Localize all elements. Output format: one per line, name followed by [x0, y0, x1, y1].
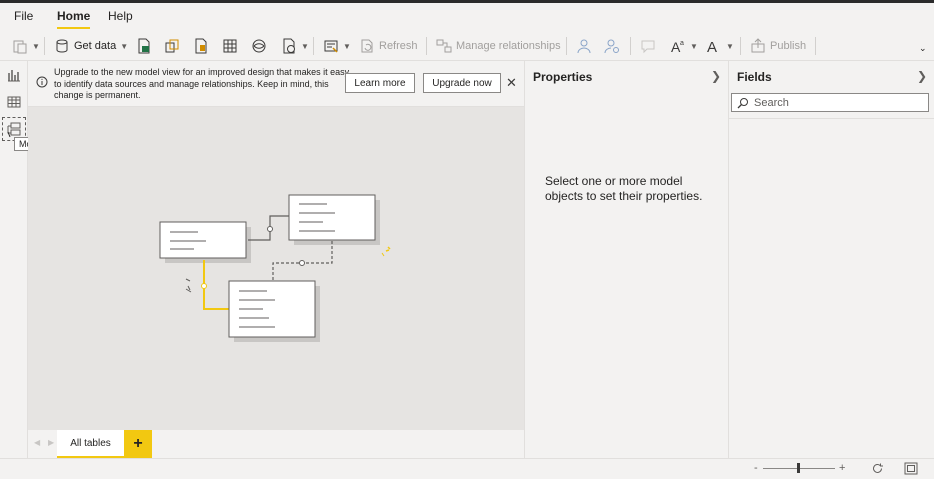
ribbon-separator [815, 37, 816, 55]
view-as-icon [604, 39, 619, 54]
dataverse-icon [195, 38, 207, 54]
svg-text:A: A [707, 39, 717, 54]
q-and-a-setup-button[interactable] [640, 35, 656, 57]
manage-relationships-icon [436, 39, 452, 53]
scroll-left-icon[interactable]: ◀ [34, 438, 40, 447]
properties-pane: Properties ❯ Select one or more model ob… [524, 61, 728, 458]
chevron-right-icon[interactable]: ❯ [711, 69, 721, 83]
sql-icon [252, 39, 266, 53]
search-placeholder: Search [754, 97, 789, 109]
ribbon-separator [566, 37, 567, 55]
recent-sources-button[interactable]: ▼ [281, 35, 309, 57]
ribbon-separator [630, 37, 631, 55]
manage-relationships-label: Manage relationships [456, 40, 561, 52]
enter-data-button[interactable] [222, 35, 238, 57]
view-as-button[interactable] [604, 35, 620, 57]
learn-more-button[interactable]: Learn more [345, 73, 415, 93]
zoom-out-button[interactable]: - [754, 462, 758, 474]
svg-text:a: a [680, 40, 684, 47]
linguistic-schema-icon: A [707, 39, 717, 54]
ribbon-collapse-icon[interactable]: ⌄ [919, 43, 927, 54]
menu-bar: File Home Help [0, 3, 934, 31]
chevron-down-icon: ▼ [32, 41, 40, 51]
paste-icon [13, 40, 27, 54]
chevron-down-icon: ▼ [343, 41, 351, 51]
language-icon: Aa [671, 39, 684, 54]
tab-help[interactable]: Help [108, 9, 133, 23]
excel-icon [138, 38, 150, 54]
manage-roles-icon [577, 39, 591, 54]
banner-message: Upgrade to the new model view for an imp… [54, 67, 350, 100]
fields-search-input[interactable]: Search [731, 93, 929, 112]
manage-relationships-button[interactable]: Manage relationships [436, 35, 561, 57]
data-view-icon[interactable] [6, 94, 22, 110]
chevron-down-icon: ▼ [301, 41, 309, 51]
get-data-button[interactable]: Get data ▼ [54, 35, 128, 57]
scroll-right-icon[interactable]: ▶ [48, 438, 54, 447]
close-icon[interactable]: ✕ [506, 75, 517, 91]
language-button[interactable]: Aa ▼ [670, 35, 698, 57]
ribbon-separator [44, 37, 45, 55]
zoom-in-button[interactable]: + [839, 462, 845, 474]
dataset-icon [165, 39, 179, 53]
tab-file[interactable]: File [14, 9, 33, 23]
refresh-label: Refresh [379, 40, 418, 52]
manage-roles-button[interactable] [576, 35, 592, 57]
recent-sources-icon [283, 38, 295, 54]
chevron-down-icon: ▼ [120, 41, 129, 51]
fields-divider [729, 118, 934, 119]
search-icon [737, 98, 748, 109]
reset-zoom-icon[interactable] [871, 462, 884, 475]
ribbon-separator [740, 37, 741, 55]
chevron-down-icon: ▼ [726, 41, 734, 51]
sql-server-button[interactable] [251, 35, 267, 57]
chevron-down-icon: ▼ [690, 41, 698, 51]
ribbon: ▼ Get data ▼ ▼ ▼ Refresh Manage relation… [0, 31, 934, 61]
tab-home[interactable]: Home [57, 9, 91, 29]
get-data-icon [56, 39, 68, 53]
transform-data-button[interactable]: ▼ [323, 35, 351, 57]
fields-pane: Fields ❯ Search [728, 61, 934, 458]
fields-title: Fields [737, 70, 772, 84]
properties-title: Properties [533, 70, 593, 84]
model-illustration [159, 194, 391, 342]
linguistic-schema-button[interactable]: A ▼ [706, 35, 734, 57]
ribbon-separator [313, 37, 314, 55]
excel-workbook-button[interactable] [136, 35, 152, 57]
publish-label: Publish [770, 40, 807, 52]
view-switcher [0, 61, 28, 470]
paste-button[interactable]: ▼ [12, 35, 40, 57]
fit-to-page-icon[interactable] [904, 462, 918, 475]
upgrade-now-button[interactable]: Upgrade now [423, 73, 501, 93]
add-layout-button[interactable]: + [124, 430, 152, 458]
tab-all-tables[interactable]: All tables [57, 430, 124, 458]
table-icon [223, 39, 237, 53]
status-bar: - + [0, 458, 934, 479]
report-view-icon[interactable] [6, 67, 22, 83]
upgrade-banner: Upgrade to the new model view for an imp… [28, 61, 524, 107]
q-and-a-icon [641, 40, 655, 54]
transform-icon [324, 40, 338, 53]
zoom-slider-thumb[interactable] [797, 463, 800, 473]
publish-button[interactable]: Publish [750, 35, 806, 57]
dataverse-button[interactable] [193, 35, 209, 57]
refresh-button[interactable]: Refresh [359, 35, 418, 57]
dataset-button[interactable] [164, 35, 180, 57]
publish-icon [751, 38, 765, 53]
info-icon [36, 76, 48, 88]
ribbon-separator [426, 37, 427, 55]
get-data-label: Get data [74, 40, 117, 52]
refresh-icon [361, 39, 373, 53]
chevron-right-icon[interactable]: ❯ [917, 69, 927, 83]
properties-empty-message: Select one or more model objects to set … [545, 174, 703, 203]
